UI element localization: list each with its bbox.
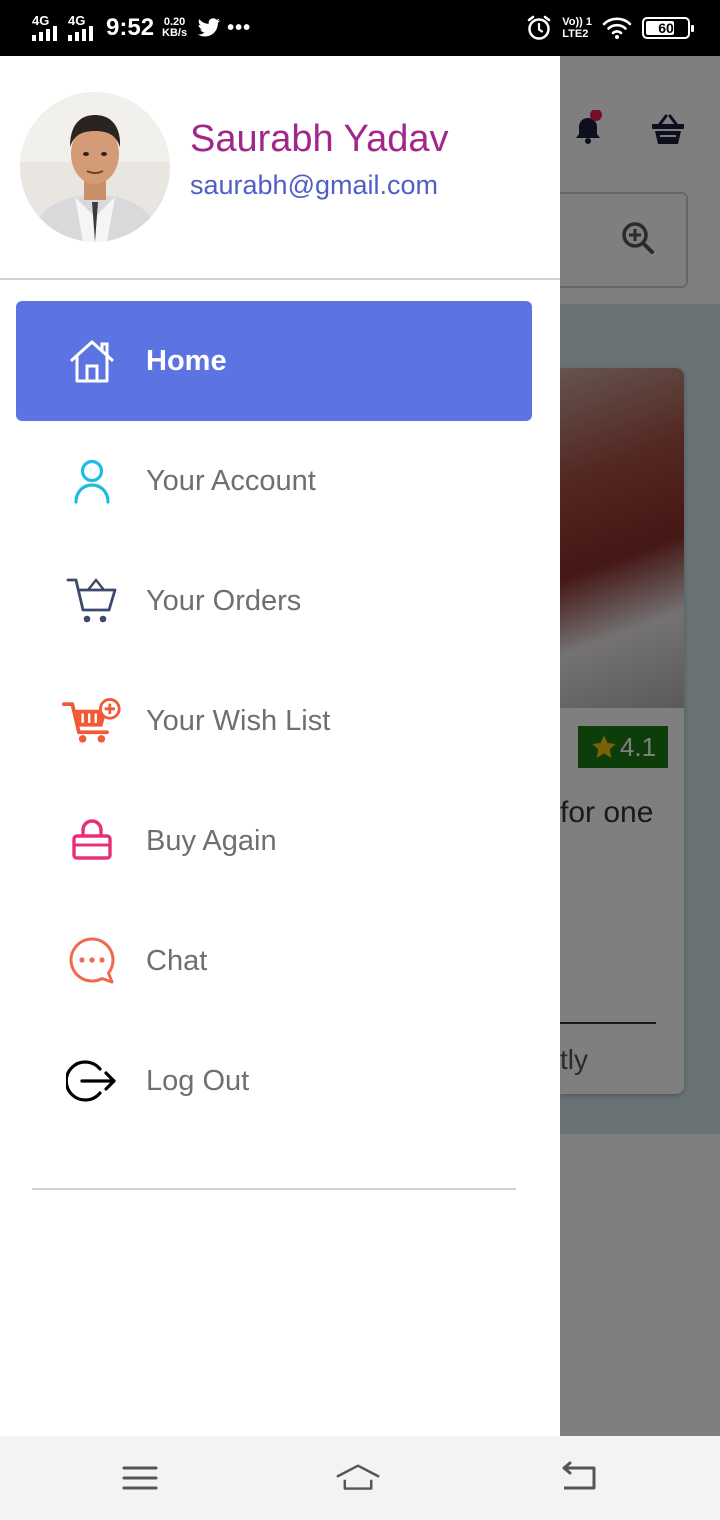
signal-icon-2: 4G (66, 13, 100, 43)
status-bar: 4G 4G 9:52 0.20 KB/s ••• Vo)) 1 LTE2 60 (0, 0, 720, 56)
user-name: Saurabh Yadav (190, 118, 449, 160)
battery-level: 60 (658, 20, 674, 36)
menu-item-your-orders[interactable]: Your Orders (16, 541, 532, 661)
menu-item-log-out[interactable]: Log Out (16, 1021, 532, 1141)
chat-icon (62, 933, 122, 989)
logout-icon (62, 1053, 122, 1109)
menu-item-your-account[interactable]: Your Account (16, 421, 532, 541)
menu-item-label: Home (146, 344, 227, 377)
menu-item-label: Your Orders (146, 584, 302, 617)
more-notifications-icon: ••• (227, 16, 252, 39)
clock: 9:52 (106, 14, 155, 41)
wishlist-cart-icon (62, 693, 122, 749)
menu-divider (32, 1188, 516, 1190)
volte-bottom: LTE2 (562, 28, 589, 40)
avatar[interactable] (20, 92, 170, 242)
menu-item-label: Your Account (146, 464, 316, 497)
menu-item-label: Buy Again (146, 824, 277, 857)
bag-icon (62, 813, 122, 869)
menu-icon[interactable] (118, 1458, 162, 1498)
wifi-icon (602, 17, 632, 39)
profile-photo (20, 92, 170, 242)
menu-item-home[interactable]: Home (16, 301, 532, 421)
account-icon (62, 453, 122, 509)
battery-icon: 60 (642, 17, 694, 39)
drawer-scrim[interactable] (560, 56, 720, 1436)
system-nav-bar (0, 1436, 720, 1520)
menu-item-label: Your Wish List (146, 704, 331, 737)
alarm-icon (528, 15, 551, 40)
header-divider (0, 278, 560, 280)
signal-icon: 4G (30, 13, 64, 43)
user-email: saurabh@gmail.com (190, 170, 439, 200)
background-app: 4.1 for one tly (560, 56, 720, 1436)
back-icon[interactable] (556, 1458, 600, 1498)
network-speed: 0.20 KB/s (162, 17, 187, 39)
menu-item-label: Log Out (146, 1064, 250, 1097)
menu-item-your-wish-list[interactable]: Your Wish List (16, 661, 532, 781)
speed-unit: KB/s (162, 27, 188, 39)
twitter-icon (197, 18, 221, 37)
menu-item-buy-again[interactable]: Buy Again (16, 781, 532, 901)
cart-icon (62, 573, 122, 629)
menu-item-chat[interactable]: Chat (16, 901, 532, 1021)
navigation-drawer: Saurabh Yadav saurabh@gmail.com Home You… (0, 56, 560, 1436)
volte-indicator: Vo)) 1 LTE2 (562, 16, 592, 40)
menu-item-label: Chat (146, 944, 208, 977)
home-icon (62, 333, 122, 389)
home-nav-icon[interactable] (336, 1458, 380, 1498)
drawer-menu: Home Your Account Your Orders Your Wish … (16, 301, 532, 1141)
volte-top: Vo)) 1 (562, 16, 592, 28)
